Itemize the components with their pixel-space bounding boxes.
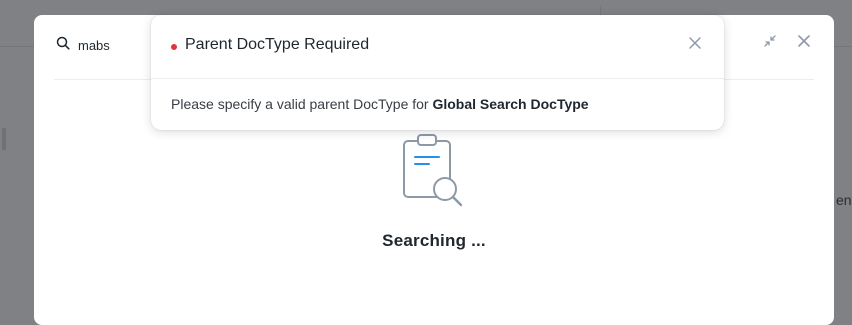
toast-header: Parent DocType Required — [151, 15, 724, 79]
clipboard-search-icon — [403, 134, 463, 207]
error-toast: Parent DocType Required Please specify a… — [151, 15, 724, 130]
collapse-icon[interactable] — [762, 33, 778, 49]
search-status: Searching ... — [34, 133, 834, 251]
background-marker — [2, 128, 6, 150]
close-icon[interactable] — [688, 36, 702, 50]
searching-label: Searching ... — [382, 231, 486, 250]
red-indicator-dot — [171, 44, 177, 50]
background-text-fragment: en — [836, 192, 852, 208]
close-icon[interactable] — [796, 33, 812, 49]
toast-title: Parent DocType Required — [185, 36, 370, 53]
toast-message-doctype: Global Search DocType — [432, 96, 589, 112]
toast-message-text: Please specify a valid parent DocType fo… — [171, 96, 433, 112]
toast-message: Please specify a valid parent DocType fo… — [171, 96, 589, 112]
search-icon — [56, 36, 70, 50]
